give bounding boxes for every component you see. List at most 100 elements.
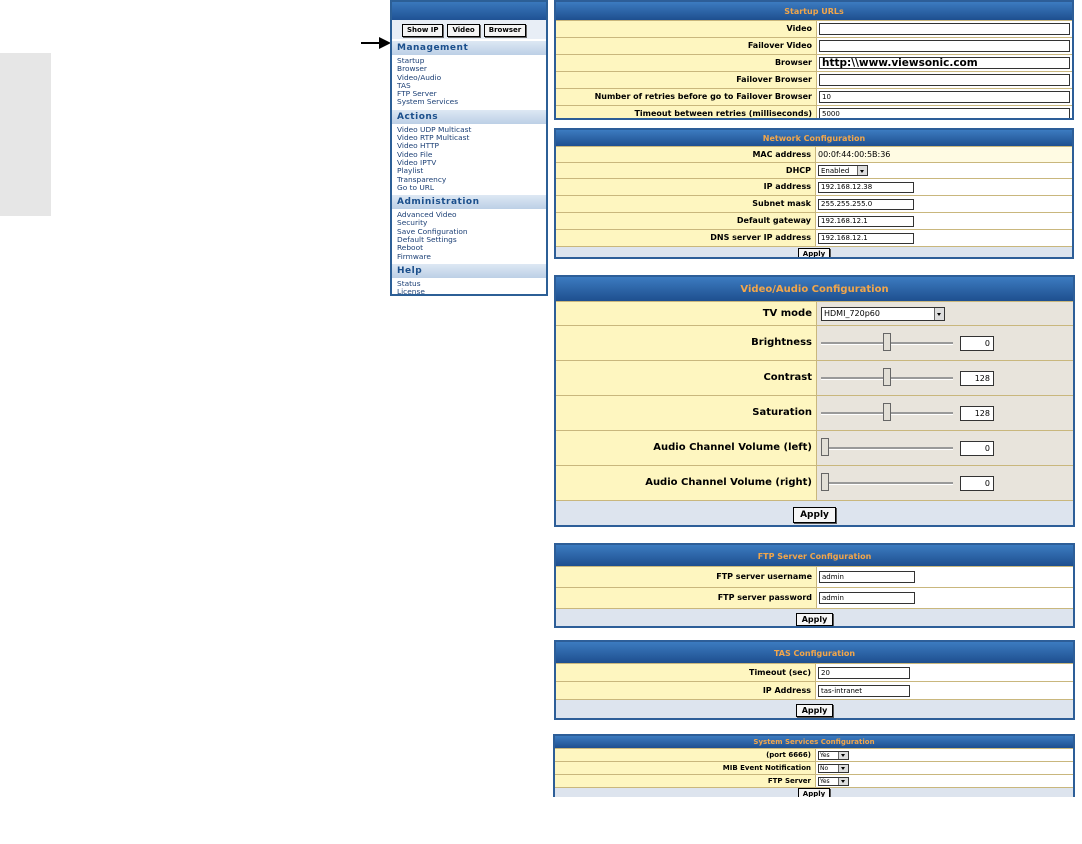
slider-value-contrast[interactable]: 128 <box>960 370 994 386</box>
sidebar-section-list: Video UDP Multicast Video RTP Multicast Vi… <box>392 124 546 193</box>
chevron-down-icon <box>838 764 848 772</box>
network-row: DNS server IP address 192.168.12.1 <box>556 229 1072 246</box>
network-apply-row: Apply <box>556 246 1072 257</box>
sidebar-section-actions: Actions <box>392 109 546 124</box>
startup-input-number-of-retries-before-go-to-failover-browser[interactable]: 10 <box>819 91 1070 103</box>
startup-input-failover-video[interactable] <box>819 40 1070 52</box>
network-label: IP address <box>556 179 816 195</box>
slider-value-brightness[interactable]: 0 <box>960 335 994 351</box>
ftp-label: FTP server password <box>556 588 817 608</box>
slider-thumb[interactable] <box>821 472 829 491</box>
startup-value-cell: http:\\www.viewsonic.com <box>817 55 1072 71</box>
dhcp-select[interactable]: Enabled <box>818 165 868 176</box>
network-value-cell: 192.168.12.38 <box>816 179 1072 195</box>
sidebar-item-video-audio[interactable]: Video/Audio <box>392 73 546 82</box>
startup-value-cell <box>817 21 1072 37</box>
slider-value-saturation[interactable]: 128 <box>960 405 994 421</box>
slider-label: Audio Channel Volume (left) <box>556 431 817 465</box>
chevron-down-icon <box>934 307 944 320</box>
network-input-default-gateway[interactable]: 192.168.12.1 <box>818 215 914 227</box>
tv-mode-row: TV mode HDMI_720p60 <box>556 301 1073 325</box>
slider-brightness[interactable] <box>821 332 953 351</box>
startup-input-video[interactable] <box>819 23 1070 35</box>
startup-row: Timeout between retries (milliseconds) 50… <box>556 105 1072 118</box>
dhcp-row: DHCP Enabled <box>556 162 1072 178</box>
slider-label: Audio Channel Volume (right) <box>556 466 817 500</box>
tas-title: TAS Configuration <box>556 642 1073 663</box>
network-title: Network Configuration <box>556 130 1072 146</box>
startup-value-cell: 5000 <box>817 106 1072 118</box>
sidebar-buttons: Show IP Video Browser <box>392 20 546 39</box>
network-row: IP address 192.168.12.38 <box>556 178 1072 195</box>
startup-input-failover-browser[interactable] <box>819 74 1070 86</box>
startup-row: Browser http:\\www.viewsonic.com <box>556 54 1072 71</box>
sidebar-section-list: Advanced Video Security Save Configuration… <box>392 209 546 262</box>
tas-value-cell: tas-intranet <box>816 682 1073 699</box>
tv-mode-cell: HDMI_720p60 <box>817 302 1073 325</box>
network-input-ip-address[interactable]: 192.168.12.38 <box>818 181 914 193</box>
services-value-cell: Yes <box>816 749 1073 761</box>
tas-input-timeout-sec[interactable]: 20 <box>818 666 910 679</box>
services-select-ftp-server[interactable]: Yes <box>818 776 849 786</box>
tv-mode-select[interactable]: HDMI_720p60 <box>821 306 945 321</box>
network-row: Subnet mask 255.255.255.0 <box>556 195 1072 212</box>
slider-value-audio-channel-volume-right[interactable]: 0 <box>960 475 994 491</box>
sidebar-section-list: Startup Browser Video/Audio TAS FTP Server Sy… <box>392 55 546 108</box>
ftp-value-cell: admin <box>817 567 1073 587</box>
sidebar-header-bar <box>392 2 546 20</box>
startup-input-browser[interactable]: http:\\www.viewsonic.com <box>819 57 1070 69</box>
services-select-mib-event-notification[interactable]: No <box>818 763 849 773</box>
video-audio-apply-button[interactable]: Apply <box>793 506 836 523</box>
slider-contrast[interactable] <box>821 367 953 386</box>
browser-button[interactable]: Browser <box>483 24 527 37</box>
startup-label: Browser <box>556 55 817 71</box>
slider-row: Audio Channel Volume (left) 0 <box>556 430 1073 465</box>
chevron-down-icon <box>838 751 848 759</box>
network-input-dns-server-ip-address[interactable]: 192.168.12.1 <box>818 232 914 244</box>
video-audio-title: Video/Audio Configuration <box>556 277 1073 301</box>
startup-label: Timeout between retries (milliseconds) <box>556 106 817 118</box>
network-row: Default gateway 192.168.12.1 <box>556 212 1072 229</box>
sidebar-section-help: Help <box>392 263 546 278</box>
tas-rows: Timeout (sec) 20 IP Address tas-intranet <box>556 663 1073 699</box>
slider-value-audio-channel-volume-left[interactable]: 0 <box>960 440 994 456</box>
ftp-rows: FTP server username admin FTP server passw… <box>556 566 1073 608</box>
services-apply-button[interactable]: Apply <box>797 788 831 797</box>
slider-saturation[interactable] <box>821 402 953 421</box>
ftp-input-ftp-server-password[interactable]: admin <box>819 592 915 604</box>
sidebar-item-system-services[interactable]: System Services <box>392 98 546 107</box>
network-apply-button[interactable]: Apply <box>797 248 831 257</box>
tas-apply-button[interactable]: Apply <box>795 704 834 717</box>
network-value-cell: 192.168.12.1 <box>816 230 1072 246</box>
sidebar-section-management: Management <box>392 41 546 55</box>
slider-thumb[interactable] <box>821 437 829 456</box>
slider-thumb[interactable] <box>883 367 891 386</box>
sidebar-item-go-to-url[interactable]: Go to URL <box>392 183 546 192</box>
services-label: (port 6666) <box>555 749 816 761</box>
startup-input-timeout-between-retries-milliseconds[interactable]: 5000 <box>819 108 1070 118</box>
services-select-port-6666[interactable]: Yes <box>818 750 849 760</box>
slider-audio-channel-volume-right[interactable] <box>821 472 953 491</box>
slider-thumb[interactable] <box>883 332 891 351</box>
services-value-cell: Yes <box>816 775 1073 787</box>
startup-label: Video <box>556 21 817 37</box>
services-panel: System Services Configuration (port 6666… <box>553 734 1075 797</box>
tas-row: IP Address tas-intranet <box>556 681 1073 699</box>
show-ip-button[interactable]: Show IP <box>402 24 444 37</box>
sidebar-item-license[interactable]: License <box>392 287 546 294</box>
slider-thumb[interactable] <box>883 402 891 421</box>
tas-input-ip-address[interactable]: tas-intranet <box>818 684 910 697</box>
slider-audio-channel-volume-left[interactable] <box>821 437 953 456</box>
ftp-input-ftp-server-username[interactable]: admin <box>819 571 915 583</box>
sidebar-item-firmware[interactable]: Firmware <box>392 252 546 261</box>
video-audio-panel: Video/Audio Configuration TV mode HDMI_7… <box>554 275 1075 527</box>
network-input-subnet-mask[interactable]: 255.255.255.0 <box>818 198 914 210</box>
ftp-row: FTP server password admin <box>556 587 1073 608</box>
services-value: Yes <box>820 751 830 759</box>
ftp-apply-button[interactable]: Apply <box>795 613 834 626</box>
tas-label: Timeout (sec) <box>556 664 816 681</box>
sidebar: Show IP Video Browser Management Startup B… <box>390 0 548 296</box>
sidebar-sections: Management Startup Browser Video/Audio TAS FT… <box>392 41 546 294</box>
startup-value-cell <box>817 72 1072 88</box>
video-button[interactable]: Video <box>447 24 480 37</box>
